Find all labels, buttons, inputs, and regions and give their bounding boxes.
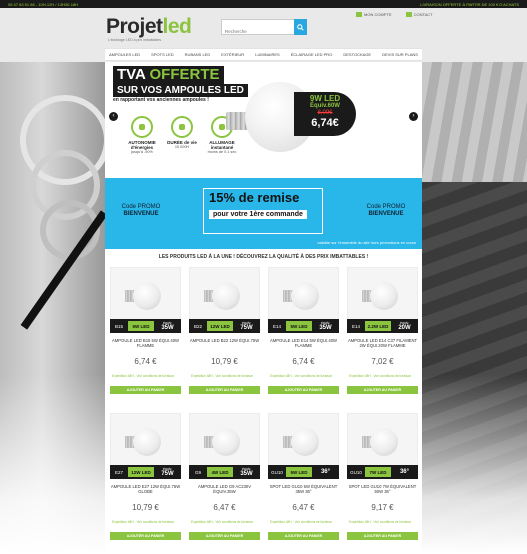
- product-name[interactable]: AMPOULE LED B15 5W ÉQUI.40W FLAMME: [108, 338, 183, 348]
- product-stock: Expédition 48H - Voir conditions de livr…: [270, 374, 333, 378]
- main-content: TVA OFFERTE SUR VOS AMPOULES LED en rapp…: [105, 62, 422, 554]
- promo-first-order: pour votre 1ère commande: [209, 210, 307, 219]
- product-stock: Expédition 48H - Voir conditions de livr…: [191, 374, 254, 378]
- product-stock: Expédition 48H - Voir conditions de livr…: [349, 374, 412, 378]
- slider-next-arrow[interactable]: ›: [409, 112, 418, 121]
- hero-title: TVA OFFERTE: [113, 66, 224, 84]
- add-to-cart-button[interactable]: AJOUTER AU PANIER: [347, 386, 418, 394]
- product-price: 7,02 €: [371, 357, 394, 366]
- product-spec: G9 4W LED équiv. 35W: [189, 465, 260, 479]
- product-stock: Expédition 48H - Voir conditions de livr…: [270, 520, 333, 524]
- product-stock: Expédition 48H - Voir conditions de livr…: [349, 520, 412, 524]
- product-stock: Expédition 48H - Voir conditions de livr…: [112, 374, 175, 378]
- hero-note: en rapportant vos anciennes ampoules !: [113, 97, 209, 103]
- product-price: 10,79 €: [211, 357, 238, 366]
- add-to-cart-button[interactable]: AJOUTER AU PANIER: [268, 532, 339, 540]
- logo-tagline: L'éclairage LED à prix imbattables: [108, 38, 162, 42]
- product-name[interactable]: AMPOULE LED E14 C37 FILAMENT 2W ÉQUI.20W…: [345, 338, 420, 348]
- product-card: E14 2.2W LED équiv. 20W AMPOULE LED E14 C37…: [345, 267, 420, 405]
- product-name[interactable]: AMPOULE LED B22 12W ÉQUI.75W: [187, 338, 262, 343]
- nav-item-luminaires[interactable]: LUMINAIRES: [255, 52, 279, 57]
- search-box: [221, 19, 307, 39]
- product-card: B15 5W LED équiv. 35W AMPOULE LED B15 5W ÉQ…: [108, 267, 183, 405]
- user-icon: [356, 12, 362, 18]
- hero-features: AUTONOMIE d'énergies jusqu'à -90% DURÉE d…: [125, 114, 239, 154]
- nav-item-eclairage-pro[interactable]: ÉCLAIRAGE LED PRO: [291, 52, 333, 57]
- search-input[interactable]: [222, 24, 294, 39]
- product-card: E27 12W LED équiv. 75W AMPOULE LED E27 12W …: [108, 413, 183, 551]
- promo-discount: 15% de remise: [209, 190, 300, 205]
- mail-icon: [405, 12, 412, 18]
- product-spec: B22 12W LED équiv. 75W: [189, 319, 260, 333]
- promo-code-right: Code PROMO BIENVENUE: [366, 204, 406, 217]
- product-price: 6,74 €: [292, 357, 315, 366]
- nav-item-devis[interactable]: DEVIS SUR PLANS: [382, 52, 418, 57]
- product-card: G9 4W LED équiv. 35W AMPOULE LED G9 AC230V …: [187, 413, 262, 551]
- product-price: 6,47 €: [213, 503, 236, 512]
- nav-item-rubans[interactable]: RUBANS LED: [185, 52, 211, 57]
- product-card: GU10 7W LED 36° SPOT LED GU10 7W ÉQUIVALEN…: [345, 413, 420, 551]
- product-grid: B15 5W LED équiv. 35W AMPOULE LED B15 5W ÉQ…: [108, 267, 419, 551]
- slider-prev-arrow[interactable]: ‹: [109, 112, 118, 121]
- feature-energy: AUTONOMIE d'énergies jusqu'à -90%: [125, 114, 159, 154]
- account-link[interactable]: MON COMPTE: [356, 12, 392, 18]
- product-stock: Expédition 48H - Voir conditions de livr…: [191, 520, 254, 524]
- add-to-cart-button[interactable]: AJOUTER AU PANIER: [347, 532, 418, 540]
- feature-lifetime: DURÉE de vie 15 000H: [165, 114, 199, 154]
- product-price: 6,47 €: [292, 503, 315, 512]
- product-spec: GU10 7W LED 36°: [347, 465, 418, 479]
- product-name[interactable]: AMPOULE LED E27 12W ÉQUI.75W GLOBE: [108, 484, 183, 494]
- product-name[interactable]: SPOT LED GU10 7W ÉQUIVALENT 50W 36°: [345, 484, 420, 494]
- header: Projetled L'éclairage LED à prix imbatta…: [0, 8, 527, 48]
- search-button[interactable]: [294, 19, 307, 35]
- product-card: E14 5W LED équiv. 35W AMPOULE LED E14 5W ÉQ…: [266, 267, 341, 405]
- nav-item-spots[interactable]: SPOTS LED: [151, 52, 173, 57]
- logo[interactable]: Projetled: [106, 15, 192, 39]
- product-name[interactable]: AMPOULE LED E14 5W ÉQUI.40W FLAMME: [266, 338, 341, 348]
- nav-item-destockage[interactable]: DESTOCKAGE: [343, 52, 371, 57]
- promo-banner[interactable]: Code PROMO BIENVENUE 15% de remise pour v…: [105, 178, 422, 249]
- product-price: 10,79 €: [132, 503, 159, 512]
- product-card: B22 12W LED équiv. 75W AMPOULE LED B22 12W …: [187, 267, 262, 405]
- leaf-icon: [131, 116, 153, 138]
- phone-info: 05 47 83 51 86 - 10H-12H / 13H30-18H: [8, 1, 79, 7]
- shipping-info: LIVRAISON OFFERTE À PARTIR DE 100 € D'AC…: [420, 1, 519, 7]
- hero-slider[interactable]: TVA OFFERTE SUR VOS AMPOULES LED en rapp…: [105, 62, 422, 176]
- promo-code-left: Code PROMO BIENVENUE: [121, 204, 161, 217]
- hero-price-tag: 9W LED Équiv.60W 8,09€ 6,74€: [294, 92, 356, 136]
- product-name[interactable]: SPOT LED GU10 5W ÉQUIVALENT 35W 36°: [266, 484, 341, 494]
- product-price: 9,17 €: [371, 503, 394, 512]
- nav-item-exterieur[interactable]: EXTÉRIEUR: [221, 52, 244, 57]
- main-nav: AMPOULES LED SPOTS LED RUBANS LED EXTÉRI…: [105, 48, 422, 61]
- section-title: LES PRODUITS LED À LA UNE ! DÉCOUVREZ LA…: [158, 254, 369, 260]
- promo-validity: valable sur l'ensemble du site hors prom…: [317, 240, 416, 245]
- nav-item-ampoules[interactable]: AMPOULES LED: [109, 52, 140, 57]
- add-to-cart-button[interactable]: AJOUTER AU PANIER: [268, 386, 339, 394]
- clock-icon: [171, 116, 193, 138]
- product-spec: GU10 5W LED 36°: [268, 465, 339, 479]
- product-spec: E14 2.2W LED équiv. 20W: [347, 319, 418, 333]
- product-spec: E14 5W LED équiv. 35W: [268, 319, 339, 333]
- product-name[interactable]: AMPOULE LED G9 AC230V ÉQUIV.35W: [187, 484, 262, 494]
- hero-subtitle: SUR VOS AMPOULES LED: [113, 84, 248, 97]
- product-spec: B15 5W LED équiv. 35W: [110, 319, 181, 333]
- add-to-cart-button[interactable]: AJOUTER AU PANIER: [110, 532, 181, 540]
- product-stock: Expédition 48H - Voir conditions de livr…: [112, 520, 175, 524]
- add-to-cart-button[interactable]: AJOUTER AU PANIER: [189, 386, 260, 394]
- product-card: GU10 5W LED 36° SPOT LED GU10 5W ÉQUIVALEN…: [266, 413, 341, 551]
- top-bar: 05 47 83 51 86 - 10H-12H / 13H30-18H LIV…: [0, 0, 527, 8]
- add-to-cart-button[interactable]: AJOUTER AU PANIER: [110, 386, 181, 394]
- product-spec: E27 12W LED équiv. 75W: [110, 465, 181, 479]
- contact-link[interactable]: CONTACT: [405, 12, 433, 18]
- search-icon: [297, 23, 304, 31]
- add-to-cart-button[interactable]: AJOUTER AU PANIER: [189, 532, 260, 540]
- product-price: 6,74 €: [134, 357, 157, 366]
